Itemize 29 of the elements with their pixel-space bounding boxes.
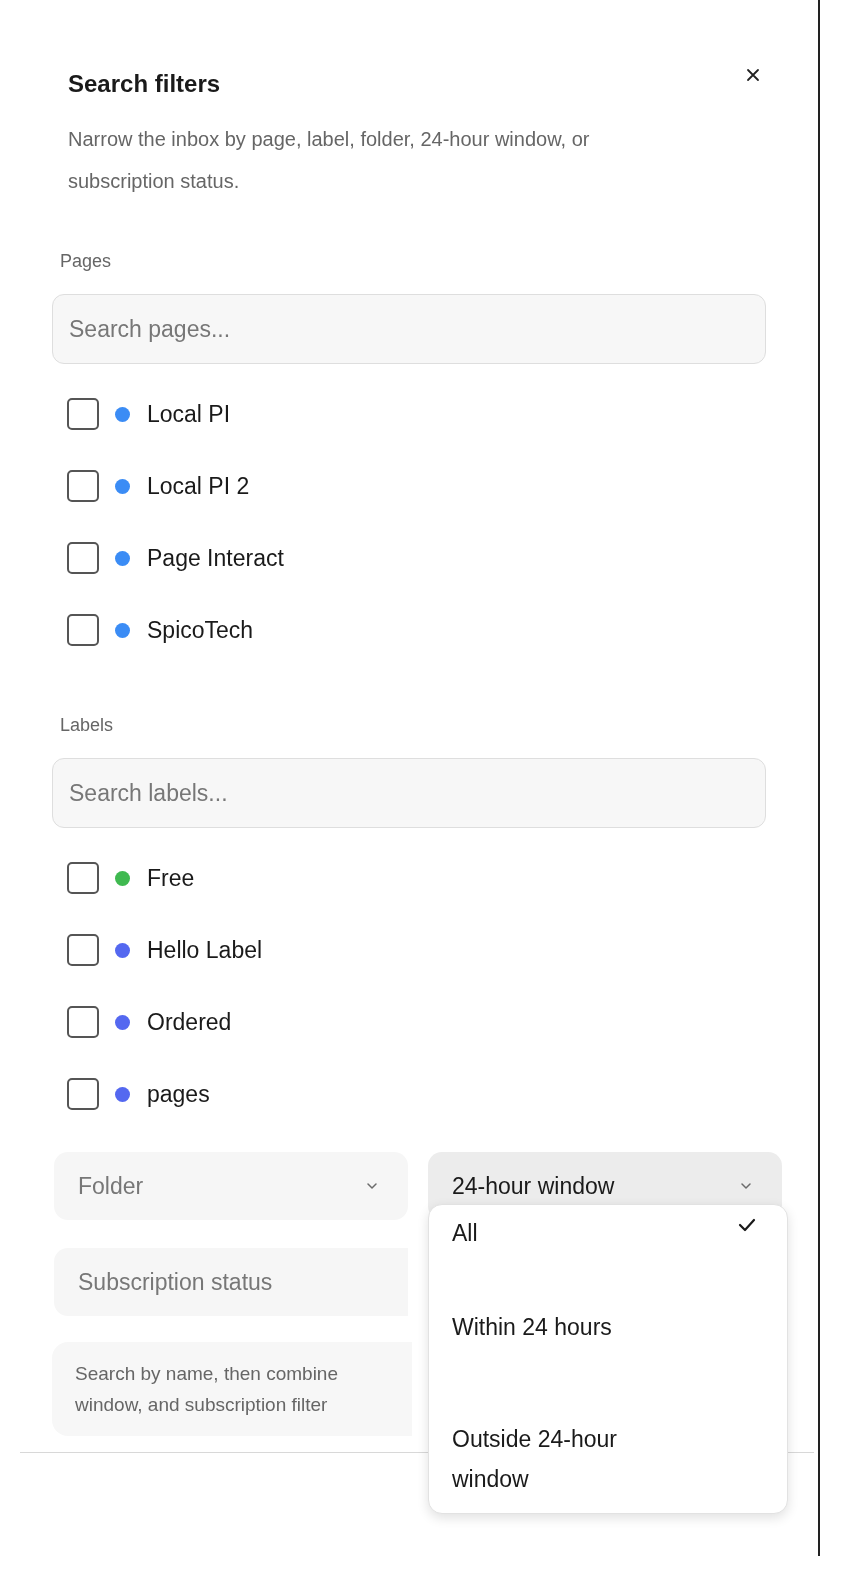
subscription-select[interactable]: Subscription status <box>54 1248 408 1316</box>
dropdown-option[interactable]: Within 24 hours <box>429 1307 787 1401</box>
search-field[interactable]: Search pages... <box>52 294 766 364</box>
checkbox[interactable] <box>67 1078 99 1110</box>
folder-select[interactable]: Folder <box>54 1152 408 1220</box>
option-label: Page Interact <box>147 543 284 573</box>
option-label: pages <box>147 1079 210 1109</box>
option-label: SpicoTech <box>147 615 254 645</box>
option-label: Hello Label <box>147 935 263 965</box>
checkbox[interactable] <box>67 614 99 646</box>
option-label: Ordered <box>147 1007 232 1037</box>
dropdown-option[interactable]: Outside 24-hour window <box>429 1401 787 1499</box>
close-icon <box>745 67 761 83</box>
section-heading: Pages <box>60 252 113 270</box>
hint-text: window, and subscription filter <box>75 1393 329 1417</box>
section-heading: Labels <box>60 716 115 734</box>
checkbox[interactable] <box>67 470 99 502</box>
checkbox[interactable] <box>67 934 99 966</box>
checkbox[interactable] <box>67 398 99 430</box>
hint-text: Search by name, then combine <box>75 1362 339 1386</box>
panel-title: Search filters <box>68 72 222 96</box>
search-field[interactable]: Search labels... <box>52 758 766 828</box>
option-label: Local PI <box>147 399 231 429</box>
checkbox[interactable] <box>67 1006 99 1038</box>
option-label: Free <box>147 863 195 893</box>
checkbox[interactable] <box>67 862 99 894</box>
panel-description: Narrow the inbox by page, label, folder, 24-hour window, or subscription status. <box>68 127 591 194</box>
checkbox[interactable] <box>67 542 99 574</box>
option-label: Local PI 2 <box>147 471 250 501</box>
